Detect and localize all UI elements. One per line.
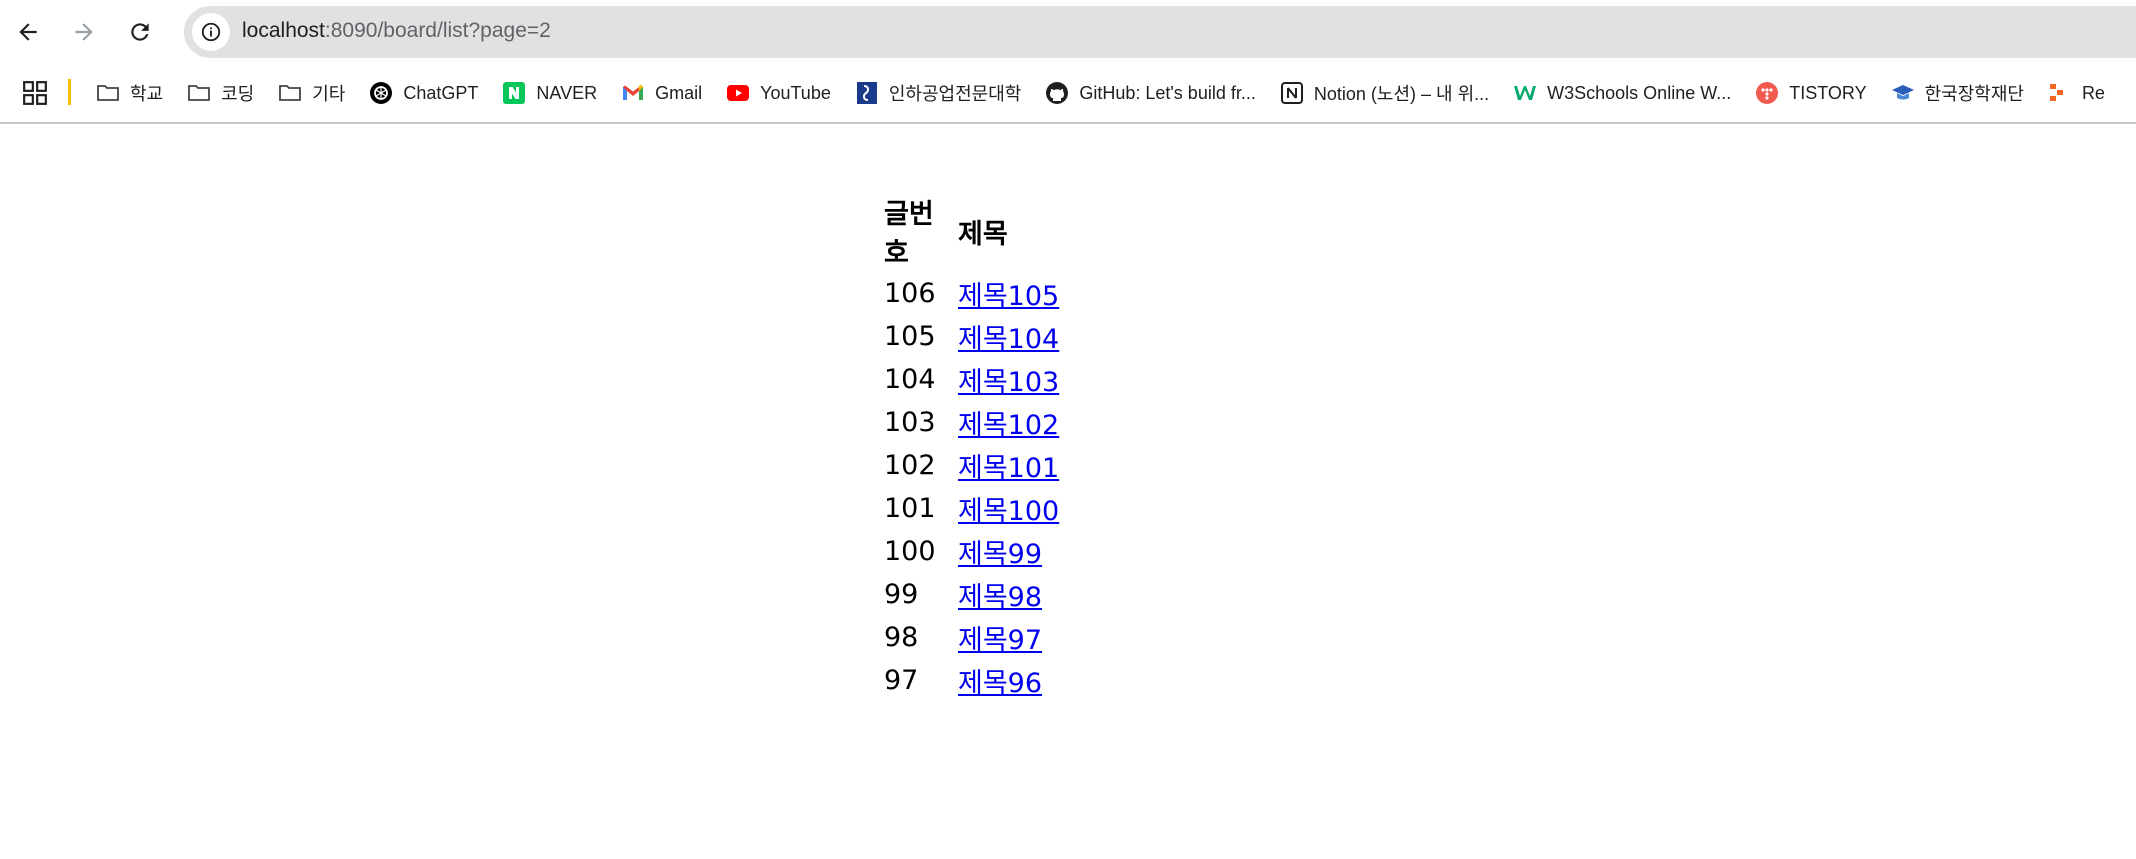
- post-title-link[interactable]: 제목99: [958, 539, 1042, 570]
- reload-icon: [131, 23, 149, 41]
- chatgpt-icon: [369, 81, 393, 105]
- bookmark-label: 코딩: [221, 84, 255, 104]
- post-title-link[interactable]: 제목105: [958, 281, 1059, 312]
- bookmark-label: 한국장학재단: [1924, 84, 2024, 104]
- post-number: 106: [884, 278, 936, 309]
- bookmarks-bar: 학교 코딩 기타 ChatGPT NAVER Gmail YouTube 인하공…: [0, 64, 2136, 124]
- table-row: 101 제목100: [880, 487, 1067, 530]
- bookmark-inha[interactable]: 인하공업전문대학: [855, 80, 1021, 106]
- bookmark-chatgpt[interactable]: ChatGPT: [369, 81, 478, 105]
- post-number: 98: [884, 622, 919, 653]
- post-title-link[interactable]: 제목100: [958, 496, 1059, 527]
- header-number: 글번호: [884, 199, 934, 269]
- inha-icon: [855, 81, 879, 105]
- bookmark-scholarship[interactable]: 한국장학재단: [1891, 80, 2024, 106]
- bookmark-github[interactable]: GitHub: Let's build fr...: [1045, 81, 1256, 105]
- table-header-row: 글번호 제목: [880, 190, 1067, 272]
- post-number: 105: [884, 321, 936, 352]
- url-path: :8090/board/list?page=2: [324, 19, 551, 42]
- post-number: 104: [884, 364, 936, 395]
- post-number: 101: [884, 493, 936, 524]
- post-number: 97: [884, 665, 919, 696]
- table-row: 104 제목103: [880, 358, 1067, 401]
- reload-button[interactable]: [118, 10, 162, 54]
- bookmark-label: 기타: [312, 84, 346, 104]
- bookmark-youtube[interactable]: YouTube: [726, 81, 831, 105]
- forward-button[interactable]: [62, 10, 106, 54]
- board-table: 글번호 제목 106 제목105 105 제목104 104 제목103 103…: [880, 190, 1067, 702]
- table-row: 102 제목101: [880, 444, 1067, 487]
- bookmark-naver[interactable]: NAVER: [502, 81, 597, 105]
- post-title-link[interactable]: 제목102: [958, 410, 1059, 441]
- post-title-link[interactable]: 제목96: [958, 668, 1042, 699]
- header-title: 제목: [958, 218, 1008, 250]
- table-row: 99 제목98: [880, 573, 1067, 616]
- board-list: 글번호 제목 106 제목105 105 제목104 104 제목103 103…: [880, 190, 1067, 702]
- site-info-button[interactable]: [192, 13, 230, 51]
- arrow-right-icon: [75, 23, 93, 41]
- bookmark-list: 학교 코딩 기타 ChatGPT NAVER Gmail YouTube 인하공…: [96, 64, 2129, 122]
- bookmark-tistory[interactable]: TISTORY: [1755, 81, 1867, 105]
- table-row: 100 제목99: [880, 530, 1067, 573]
- post-number: 102: [884, 450, 936, 481]
- arrow-left-icon: [19, 23, 37, 41]
- table-row: 98 제목97: [880, 616, 1067, 659]
- url-text[interactable]: localhost:8090/board/list?page=2: [242, 19, 551, 43]
- bookmark-label: YouTube: [760, 82, 831, 103]
- browser-toolbar: localhost:8090/board/list?page=2: [0, 0, 2136, 64]
- post-title-link[interactable]: 제목101: [958, 453, 1059, 484]
- bookmark-re[interactable]: Re: [2048, 81, 2105, 105]
- naver-icon: [502, 81, 526, 105]
- scholarship-icon: [1891, 81, 1915, 105]
- notion-icon: [1280, 81, 1304, 105]
- folder-icon: [187, 81, 211, 105]
- post-title-link[interactable]: 제목104: [958, 324, 1059, 355]
- post-title-link[interactable]: 제목103: [958, 367, 1059, 398]
- bookmark-label: GitHub: Let's build fr...: [1079, 82, 1256, 103]
- bookmark-w3schools[interactable]: W3Schools Online W...: [1513, 81, 1731, 105]
- bookmark-label: 인하공업전문대학: [888, 84, 1022, 104]
- folder-icon: [96, 81, 120, 105]
- address-bar[interactable]: localhost:8090/board/list?page=2: [184, 6, 2136, 58]
- post-title-link[interactable]: 제목98: [958, 582, 1042, 613]
- table-row: 97 제목96: [880, 659, 1067, 702]
- bookmark-label: NAVER: [536, 82, 598, 103]
- bookmark-label: Gmail: [655, 82, 703, 103]
- post-number: 100: [884, 536, 936, 567]
- bookmark-folder-etc[interactable]: 기타: [278, 80, 345, 106]
- bookmark-label: TISTORY: [1789, 82, 1867, 103]
- gmail-icon: [621, 81, 645, 105]
- back-button[interactable]: [6, 10, 50, 54]
- table-row: 106 제목105: [880, 272, 1067, 315]
- bookmark-label: 학교: [130, 84, 164, 104]
- info-icon: [201, 22, 221, 42]
- github-icon: [1045, 81, 1069, 105]
- w3schools-icon: [1513, 81, 1537, 105]
- bookmark-label: Re: [2081, 82, 2105, 103]
- tistory-icon: [1755, 81, 1779, 105]
- bookmark-gmail[interactable]: Gmail: [621, 81, 702, 105]
- bookmark-label: ChatGPT: [403, 82, 479, 103]
- apps-grid-icon[interactable]: [22, 80, 48, 106]
- post-number: 103: [884, 407, 936, 438]
- table-row: 103 제목102: [880, 401, 1067, 444]
- bookmark-label: W3Schools Online W...: [1547, 82, 1732, 103]
- bookmark-notion[interactable]: Notion (노션) – 내 위...: [1280, 80, 1489, 106]
- table-row: 105 제목104: [880, 315, 1067, 358]
- bookmark-label: Notion (노션) – 내 위...: [1313, 84, 1490, 104]
- bookmark-folder-school[interactable]: 학교: [96, 80, 163, 106]
- folder-icon: [278, 81, 302, 105]
- bookmark-icon: [2048, 81, 2072, 105]
- youtube-icon: [726, 81, 750, 105]
- post-number: 99: [884, 579, 919, 610]
- bookmark-folder-coding[interactable]: 코딩: [187, 80, 254, 106]
- url-host: localhost: [242, 19, 325, 42]
- bookmark-divider: [68, 79, 71, 105]
- post-title-link[interactable]: 제목97: [958, 625, 1042, 656]
